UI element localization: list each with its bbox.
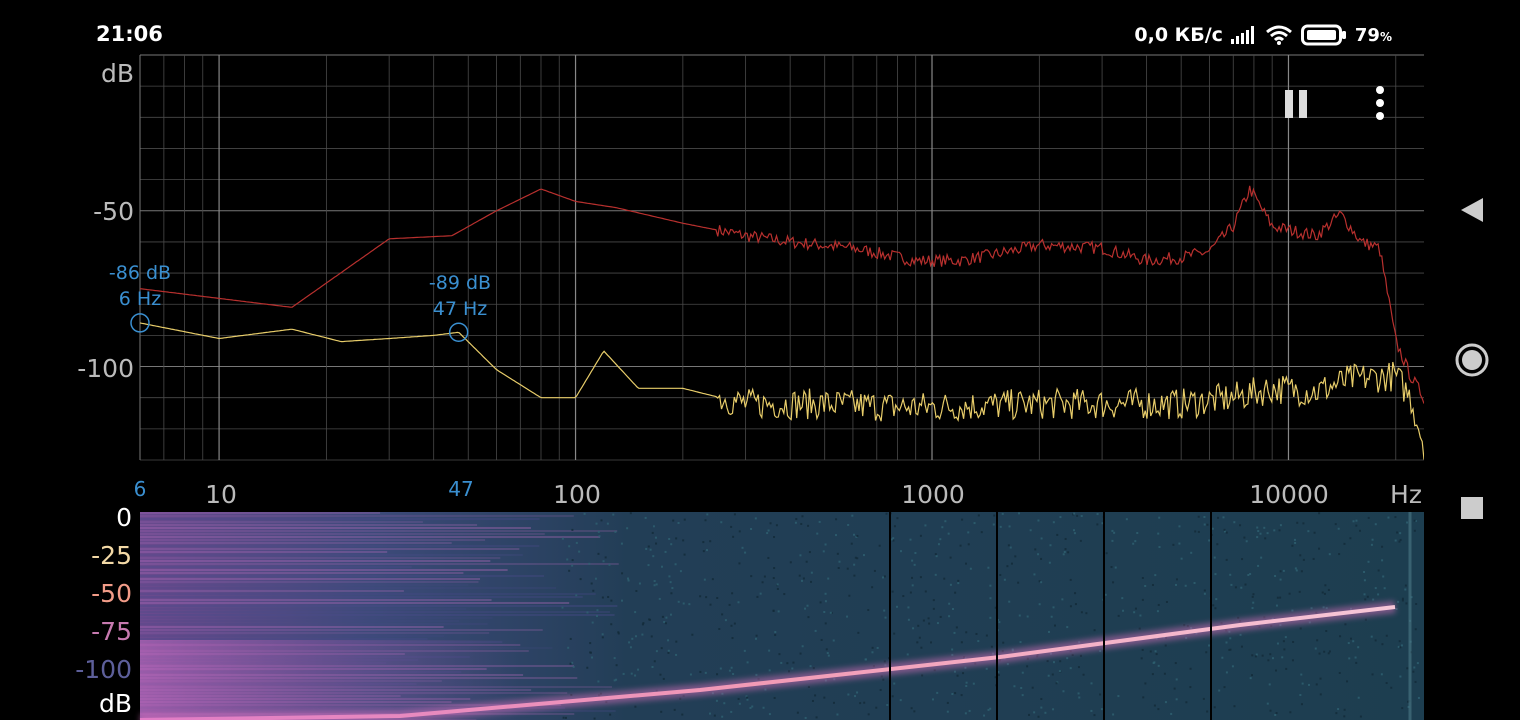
back-icon: [1461, 198, 1483, 222]
recents-button[interactable]: [1448, 484, 1496, 532]
home-icon: [1455, 343, 1489, 377]
spectrogram-db-tick: -75: [91, 617, 132, 646]
spectrogram-db-unit: dB: [99, 689, 132, 718]
recents-icon: [1461, 497, 1483, 519]
spectrogram[interactable]: 0 -25 -50 -75 -100 dB: [0, 0, 1424, 720]
spectrogram-db-tick: 0: [116, 503, 132, 532]
spectrogram-db-tick: -25: [91, 541, 132, 570]
spectrogram-db-tick: -50: [91, 579, 132, 608]
back-button[interactable]: [1448, 186, 1496, 234]
home-button[interactable]: [1448, 336, 1496, 384]
spectrogram-db-tick: -100: [75, 655, 132, 684]
